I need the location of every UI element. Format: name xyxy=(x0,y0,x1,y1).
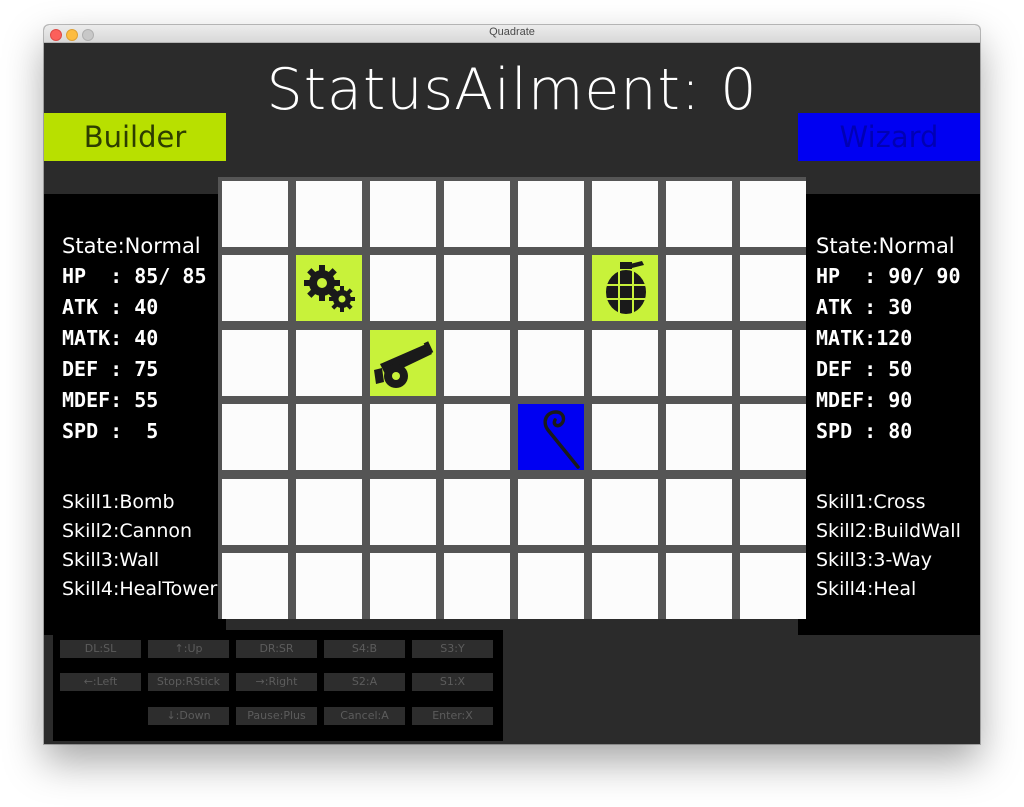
board-cell[interactable] xyxy=(592,330,658,396)
board-cell[interactable] xyxy=(296,330,362,396)
board-cell[interactable] xyxy=(740,553,806,619)
control-hint-button: S4:B xyxy=(324,640,405,658)
wizard-skills: Skill1:Cross Skill2:BuildWall Skill3:3-W… xyxy=(816,488,961,604)
board-cell[interactable] xyxy=(370,404,436,470)
wizard-mdef: MDEF: 90 xyxy=(816,388,913,412)
app-window: Quadrate StatusAilment: 0 State:Normal H… xyxy=(44,25,980,744)
controls-legend: DL:SL ↑:Up DR:SR S4:B S3:Y ←:Left Stop:RStick →… xyxy=(53,630,503,741)
wizard-skill-3: Skill3:3-Way xyxy=(816,549,933,571)
control-hint-button: DR:SR xyxy=(236,640,317,658)
board-cell[interactable] xyxy=(222,553,288,619)
board-cell[interactable] xyxy=(370,553,436,619)
builder-skill-3: Skill3:Wall xyxy=(62,549,160,571)
board-cell[interactable] xyxy=(296,404,362,470)
title-bar: Quadrate xyxy=(44,25,980,43)
control-hint-button: Stop:RStick xyxy=(148,673,229,691)
board-cell[interactable] xyxy=(592,479,658,545)
control-hint-button: ↑:Up xyxy=(148,640,229,658)
board-cell[interactable] xyxy=(444,181,510,247)
control-hint-button: DL:SL xyxy=(60,640,141,658)
board-cell[interactable] xyxy=(444,255,510,321)
builder-skill-1: Skill1:Bomb xyxy=(62,491,175,513)
wizard-name-label: Wizard xyxy=(798,113,980,161)
wizard-matk: MATK:120 xyxy=(816,326,913,350)
board-cell[interactable] xyxy=(444,330,510,396)
builder-def: DEF : 75 xyxy=(62,357,159,381)
control-hint-button: ←:Left xyxy=(60,673,141,691)
board-cell[interactable] xyxy=(518,181,584,247)
board-cell[interactable] xyxy=(666,255,732,321)
control-hint-button: Pause:Plus xyxy=(236,707,317,725)
board-cell[interactable] xyxy=(518,255,584,321)
control-hint-button: S2:A xyxy=(324,673,405,691)
board-cell[interactable] xyxy=(740,404,806,470)
board-cell[interactable] xyxy=(370,330,436,396)
board-cell[interactable] xyxy=(444,479,510,545)
builder-skill-4: Skill4:HealTower xyxy=(62,578,218,600)
board-cell[interactable] xyxy=(518,404,584,470)
board-cell[interactable] xyxy=(666,404,732,470)
control-hint-button: →:Right xyxy=(236,673,317,691)
builder-skill-2: Skill2:Cannon xyxy=(62,520,193,542)
wizard-skill-1: Skill1:Cross xyxy=(816,491,926,513)
builder-hp: HP : 85/ 85 xyxy=(62,264,207,288)
wizard-panel: State:Normal HP : 90/ 90 ATK : 30 MATK:1… xyxy=(798,194,980,635)
board-cell[interactable] xyxy=(592,553,658,619)
board-cell[interactable] xyxy=(222,479,288,545)
builder-state: State:Normal xyxy=(62,234,201,258)
board-cell[interactable] xyxy=(518,479,584,545)
builder-atk: ATK : 40 xyxy=(62,295,159,319)
board-cell[interactable] xyxy=(592,181,658,247)
builder-panel: State:Normal HP : 85/ 85 ATK : 40 MATK: … xyxy=(44,194,226,635)
board-cell[interactable] xyxy=(666,479,732,545)
wizard-atk: ATK : 30 xyxy=(816,295,913,319)
builder-name-label: Builder xyxy=(44,113,226,161)
board-cell[interactable] xyxy=(592,255,658,321)
board-cell[interactable] xyxy=(296,553,362,619)
board-cell[interactable] xyxy=(740,330,806,396)
board-cell[interactable] xyxy=(296,255,362,321)
board-cell[interactable] xyxy=(740,255,806,321)
board-cell[interactable] xyxy=(666,553,732,619)
control-hint-button: S3:Y xyxy=(412,640,493,658)
board-cell[interactable] xyxy=(370,479,436,545)
builder-skills: Skill1:Bomb Skill2:Cannon Skill3:Wall Sk… xyxy=(62,488,217,604)
control-hint-button: Enter:X xyxy=(412,707,493,725)
board-cell[interactable] xyxy=(740,181,806,247)
board-cell[interactable] xyxy=(444,553,510,619)
wizard-stats: HP : 90/ 90 ATK : 30 MATK:120 DEF : 50 M… xyxy=(816,261,961,447)
control-hint-button: ↓:Down xyxy=(148,707,229,725)
builder-stats: HP : 85/ 85 ATK : 40 MATK: 40 DEF : 75 M… xyxy=(62,261,207,447)
wizard-hp: HP : 90/ 90 xyxy=(816,264,961,288)
board-cell[interactable] xyxy=(592,404,658,470)
builder-matk: MATK: 40 xyxy=(62,326,159,350)
board-cell[interactable] xyxy=(222,404,288,470)
wizard-def: DEF : 50 xyxy=(816,357,913,381)
board-cell[interactable] xyxy=(370,181,436,247)
board-cell[interactable] xyxy=(222,181,288,247)
game-board xyxy=(218,177,806,619)
builder-spd: SPD : 5 xyxy=(62,419,159,443)
board-cell[interactable] xyxy=(370,255,436,321)
board-cell[interactable] xyxy=(222,255,288,321)
wizard-skill-2: Skill2:BuildWall xyxy=(816,520,961,542)
control-hint-button: Cancel:A xyxy=(324,707,405,725)
window-title: Quadrate xyxy=(489,26,535,38)
wizard-state: State:Normal xyxy=(816,234,955,258)
board-cell[interactable] xyxy=(444,404,510,470)
board-cell[interactable] xyxy=(518,330,584,396)
board-cell[interactable] xyxy=(740,479,806,545)
wizard-skill-4: Skill4:Heal xyxy=(816,578,917,600)
game-area: StatusAilment: 0 State:Normal HP : 85/ 8… xyxy=(44,43,980,744)
board-cell[interactable] xyxy=(222,330,288,396)
board-cell[interactable] xyxy=(666,181,732,247)
board-cell[interactable] xyxy=(518,553,584,619)
wizard-spd: SPD : 80 xyxy=(816,419,913,443)
board-cell[interactable] xyxy=(296,181,362,247)
builder-mdef: MDEF: 55 xyxy=(62,388,159,412)
control-hint-button: S1:X xyxy=(412,673,493,691)
board-cell[interactable] xyxy=(666,330,732,396)
board-cell[interactable] xyxy=(296,479,362,545)
